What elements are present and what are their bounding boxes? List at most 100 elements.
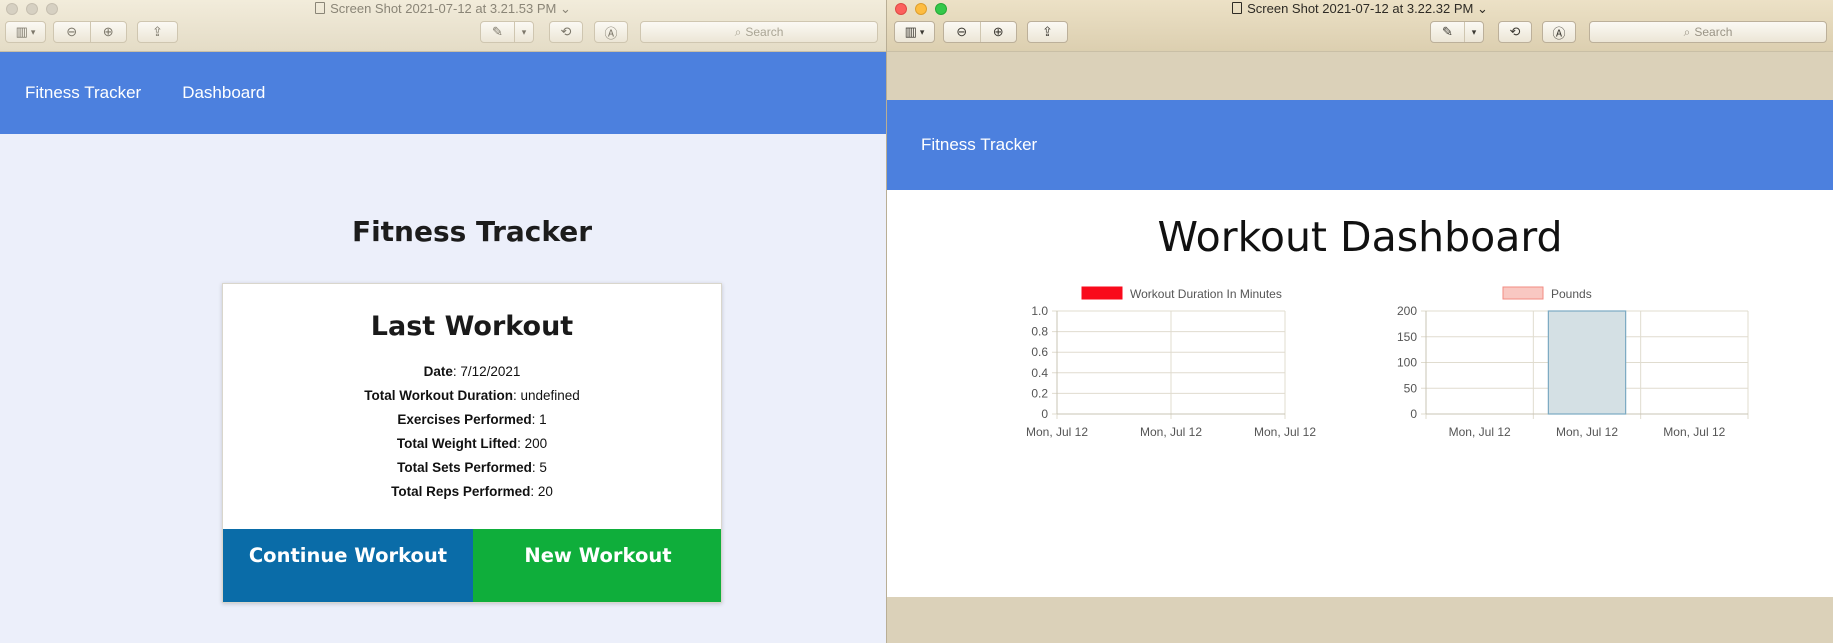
zoom-in-button[interactable]: ⊕ xyxy=(91,22,127,42)
search-field[interactable]: ⌕ Search xyxy=(640,21,878,43)
workout-stats: Date: 7/12/2021 Total Workout Duration: … xyxy=(223,360,721,504)
markup-icon: Ⓐ xyxy=(1552,25,1566,41)
zoom-out-icon: ⊖ xyxy=(66,24,78,39)
zoom-in-button[interactable]: ⊕ xyxy=(981,22,1017,42)
chevron-down-icon[interactable]: ⌄ xyxy=(560,1,571,16)
left-preview-window: Screen Shot 2021-07-12 at 3.21.53 PM ⌄ ▥… xyxy=(0,0,886,643)
bar xyxy=(1547,310,1627,415)
stat-value: 20 xyxy=(537,484,553,499)
sidebar-toggle-button[interactable]: ▥ ▾ xyxy=(5,21,46,43)
markup-button[interactable]: Ⓐ xyxy=(594,21,628,43)
nav-brand-link[interactable]: Fitness Tracker xyxy=(921,135,1037,155)
pounds-bar-chart: 0 50 100 150 200 Mon, Jul 12 Mon, Jul 12 Mon, J… xyxy=(1397,286,1749,439)
right-titlebar: Screen Shot 2021-07-12 at 3.22.32 PM ⌄ ▥… xyxy=(887,0,1833,52)
stat-row: Total Sets Performed: 5 xyxy=(397,460,547,475)
duration-line-chart: 0 0.2 0.4 0.6 0.8 1.0 Mon, Jul 12 Mon, Jul 12 Mo… xyxy=(1026,286,1316,439)
search-icon: ⌕ xyxy=(734,24,742,39)
markup-toolbar-button[interactable]: ✎ ▾ xyxy=(1430,21,1484,43)
nav-dashboard-link[interactable]: Dashboard xyxy=(182,83,265,103)
legend-swatch xyxy=(1081,286,1123,300)
right-preview-window: Screen Shot 2021-07-12 at 3.22.32 PM ⌄ ▥… xyxy=(886,0,1833,643)
zoom-out-button[interactable]: ⊖ xyxy=(54,22,90,42)
zoom-in-icon: ⊕ xyxy=(102,24,114,39)
last-workout-card: Last Workout Date: 7/12/2021 Total Worko… xyxy=(222,283,722,603)
legend-label: Workout Duration In Minutes xyxy=(1130,287,1282,301)
zoom-controls: ⊖ ⊕ xyxy=(943,21,1017,43)
stat-label: Date xyxy=(423,364,453,379)
y-tick-label: 0.4 xyxy=(1031,366,1048,380)
stat-value: 200 xyxy=(524,436,548,451)
continue-workout-button[interactable]: Continue Workout xyxy=(223,529,473,602)
y-tick-label: 150 xyxy=(1397,330,1417,344)
zoom-in-icon: ⊕ xyxy=(992,24,1004,39)
zoom-controls: ⊖ ⊕ xyxy=(53,21,127,43)
y-tick-label: 0.2 xyxy=(1031,386,1048,400)
x-tick-label: Mon, Jul 12 xyxy=(1556,425,1618,439)
search-field[interactable]: ⌕ Search xyxy=(1589,21,1827,43)
pen-icon: ✎ xyxy=(492,24,503,39)
y-tick-label: 0.6 xyxy=(1031,345,1048,359)
stat-value: 1 xyxy=(539,412,547,427)
card-title: Last Workout xyxy=(370,311,574,342)
nav-brand-link[interactable]: Fitness Tracker xyxy=(25,83,141,103)
chevron-down-icon: ▾ xyxy=(919,26,925,37)
rotate-icon: ⟲ xyxy=(560,24,572,39)
y-tick-label: 0 xyxy=(1410,407,1417,421)
x-tick-label: Mon, Jul 12 xyxy=(1663,425,1725,439)
share-button[interactable]: ⇪ xyxy=(137,21,178,43)
stat-label: Exercises Performed xyxy=(397,412,532,427)
rotate-icon: ⟲ xyxy=(1509,24,1521,39)
stat-value: 5 xyxy=(539,460,547,475)
top-navbar: Fitness Tracker Dashboard xyxy=(0,52,886,134)
window-title-text: Screen Shot 2021-07-12 at 3.21.53 PM xyxy=(330,1,557,16)
markup-toolbar-button[interactable]: ✎ ▾ xyxy=(480,21,534,43)
stat-value: undefined xyxy=(520,388,580,403)
y-tick-label: 200 xyxy=(1397,304,1417,318)
stat-row: Exercises Performed: 1 xyxy=(397,412,547,427)
share-button[interactable]: ⇪ xyxy=(1027,21,1068,43)
left-titlebar: Screen Shot 2021-07-12 at 3.21.53 PM ⌄ ▥… xyxy=(0,0,886,52)
y-tick-label: 50 xyxy=(1404,381,1418,395)
stat-label: Total Weight Lifted xyxy=(396,436,518,451)
chevron-down-icon: ▾ xyxy=(1471,26,1477,37)
chevron-down-icon: ▾ xyxy=(521,26,527,37)
sidebar-icon: ▥ xyxy=(904,24,917,39)
y-tick-label: 100 xyxy=(1397,356,1417,370)
window-title-text: Screen Shot 2021-07-12 at 3.22.32 PM xyxy=(1247,1,1474,16)
page-title: Fitness Tracker xyxy=(351,215,593,248)
x-tick-label: Mon, Jul 12 xyxy=(1254,425,1316,439)
zoom-out-icon: ⊖ xyxy=(956,24,968,39)
stat-row: Date: 7/12/2021 xyxy=(423,364,521,379)
rotate-button[interactable]: ⟲ xyxy=(1498,21,1532,43)
window-footer xyxy=(887,597,1833,643)
stat-label: Total Workout Duration xyxy=(364,388,513,403)
stat-row: Total Reps Performed: 20 xyxy=(391,484,553,499)
stat-row: Total Weight Lifted: 200 xyxy=(396,436,548,451)
stat-row: Total Workout Duration: undefined xyxy=(364,388,580,403)
y-tick-label: 0 xyxy=(1041,407,1048,421)
search-placeholder: Search xyxy=(1694,25,1733,39)
legend-label: Pounds xyxy=(1551,287,1592,301)
window-title: Screen Shot 2021-07-12 at 3.21.53 PM ⌄ xyxy=(0,0,886,17)
chevron-down-icon[interactable]: ⌄ xyxy=(1477,1,1488,16)
document-icon xyxy=(315,2,326,14)
pen-icon: ✎ xyxy=(1442,24,1453,39)
sidebar-icon: ▥ xyxy=(15,24,28,39)
window-title: Screen Shot 2021-07-12 at 3.22.32 PM ⌄ xyxy=(887,0,1833,17)
zoom-out-button[interactable]: ⊖ xyxy=(944,22,980,42)
stat-value: 7/12/2021 xyxy=(460,364,521,379)
chevron-down-icon: ▾ xyxy=(30,26,36,37)
x-tick-label: Mon, Jul 12 xyxy=(1026,425,1088,439)
legend-swatch xyxy=(1502,286,1544,300)
page-title: Workout Dashboard xyxy=(1157,213,1563,261)
share-icon: ⇪ xyxy=(1042,24,1053,39)
search-icon: ⌕ xyxy=(1683,24,1691,39)
markup-button[interactable]: Ⓐ xyxy=(1542,21,1576,43)
x-tick-label: Mon, Jul 12 xyxy=(1449,425,1511,439)
sidebar-toggle-button[interactable]: ▥ ▾ xyxy=(894,21,935,43)
new-workout-button[interactable]: New Workout xyxy=(473,529,721,602)
top-navbar: Fitness Tracker xyxy=(887,100,1833,190)
stat-label: Total Sets Performed xyxy=(397,460,532,475)
rotate-button[interactable]: ⟲ xyxy=(549,21,583,43)
y-tick-label: 0.8 xyxy=(1031,325,1048,339)
